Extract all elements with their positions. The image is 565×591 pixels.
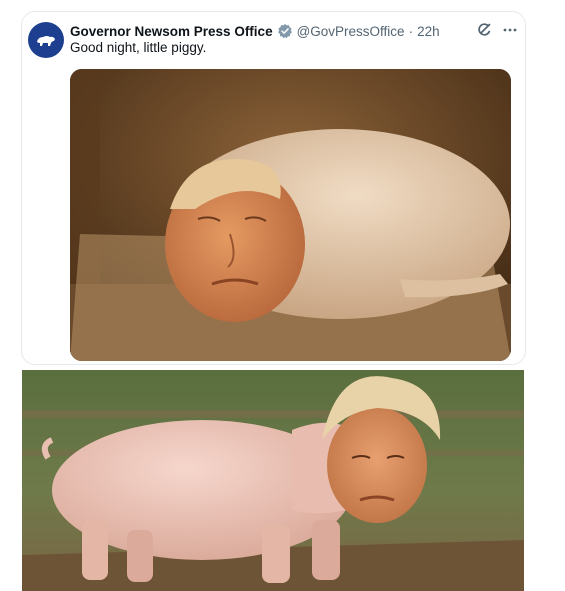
more-options-icon[interactable] [502,22,518,38]
author-handle[interactable]: @GovPressOffice [297,24,405,39]
grok-icon[interactable] [476,22,492,38]
tweet-actions [476,22,518,38]
verified-badge-icon [277,24,292,39]
timestamp[interactable]: 22h [417,24,440,39]
tweet-image-sleeping-pig[interactable] [70,69,511,361]
tweet-text: Good night, little piggy. [70,40,207,55]
author-name[interactable]: Governor Newsom Press Office [70,24,273,39]
california-bear-icon [37,36,55,46]
tweet-image-standing-pig[interactable] [22,370,524,591]
tweet-header: Governor Newsom Press Office @GovPressOf… [70,21,510,41]
avatar[interactable] [28,22,64,58]
separator-dot: · [408,23,414,39]
